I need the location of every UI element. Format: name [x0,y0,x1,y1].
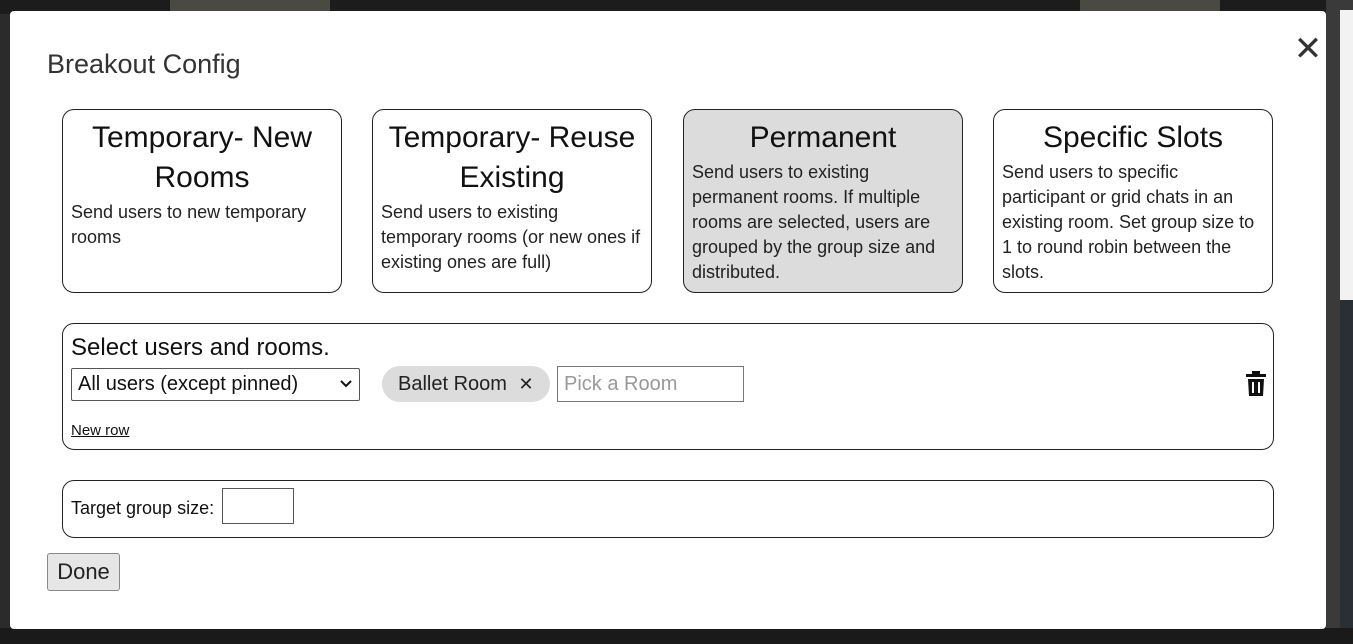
background-bottom-strip [0,628,1353,644]
remove-room-icon[interactable]: ✕ [519,374,534,394]
mode-card-temporary-new[interactable]: Temporary- New Rooms Send users to new t… [62,109,342,293]
pick-room-input[interactable] [557,366,744,402]
mode-card-description: Send users to existing permanent rooms. … [692,162,936,282]
chevron-down-icon [339,373,353,398]
users-rooms-heading: Select users and rooms. [71,334,330,361]
close-icon[interactable]: ✕ [1288,31,1328,71]
mode-card-title: Specific Slots [1042,121,1224,154]
mode-card-title: Permanent [749,121,897,154]
modal-title: Breakout Config [47,49,241,79]
user-room-row: All users (except pinned) Ballet Room ✕ [71,366,1267,406]
room-chip: Ballet Room ✕ [382,366,550,402]
group-size-label: Target group size: [71,498,215,518]
group-size-input[interactable] [222,488,294,524]
mode-card-description: Send users to specific participant or gr… [1002,162,1255,282]
mode-card-title: Temporary- New Rooms [91,121,313,194]
mode-card-description: Send users to new temporary rooms [71,202,307,247]
mode-card-title: Temporary- Reuse Existing [388,121,636,194]
mode-card-temporary-reuse[interactable]: Temporary- Reuse Existing Send users to … [372,109,652,293]
breakout-config-modal: ✕ Breakout Config Temporary- New Rooms S… [10,11,1326,629]
group-size-section: Target group size: [62,480,1274,538]
new-row-link[interactable]: New row [71,422,129,439]
mode-card-permanent[interactable]: Permanent Send users to existing permane… [683,109,963,293]
room-chip-label: Ballet Room [398,373,507,395]
background-side-panel-dark [1340,300,1353,644]
trash-icon[interactable] [1245,371,1267,397]
mode-card-description: Send users to existing temporary rooms (… [381,202,641,272]
mode-card-specific-slots[interactable]: Specific Slots Send users to specific pa… [993,109,1273,293]
user-select-value: All users (except pinned) [78,373,299,395]
done-button[interactable]: Done [47,553,120,591]
user-select-dropdown[interactable]: All users (except pinned) [71,368,360,401]
users-rooms-section: Select users and rooms. All users (excep… [62,323,1274,450]
